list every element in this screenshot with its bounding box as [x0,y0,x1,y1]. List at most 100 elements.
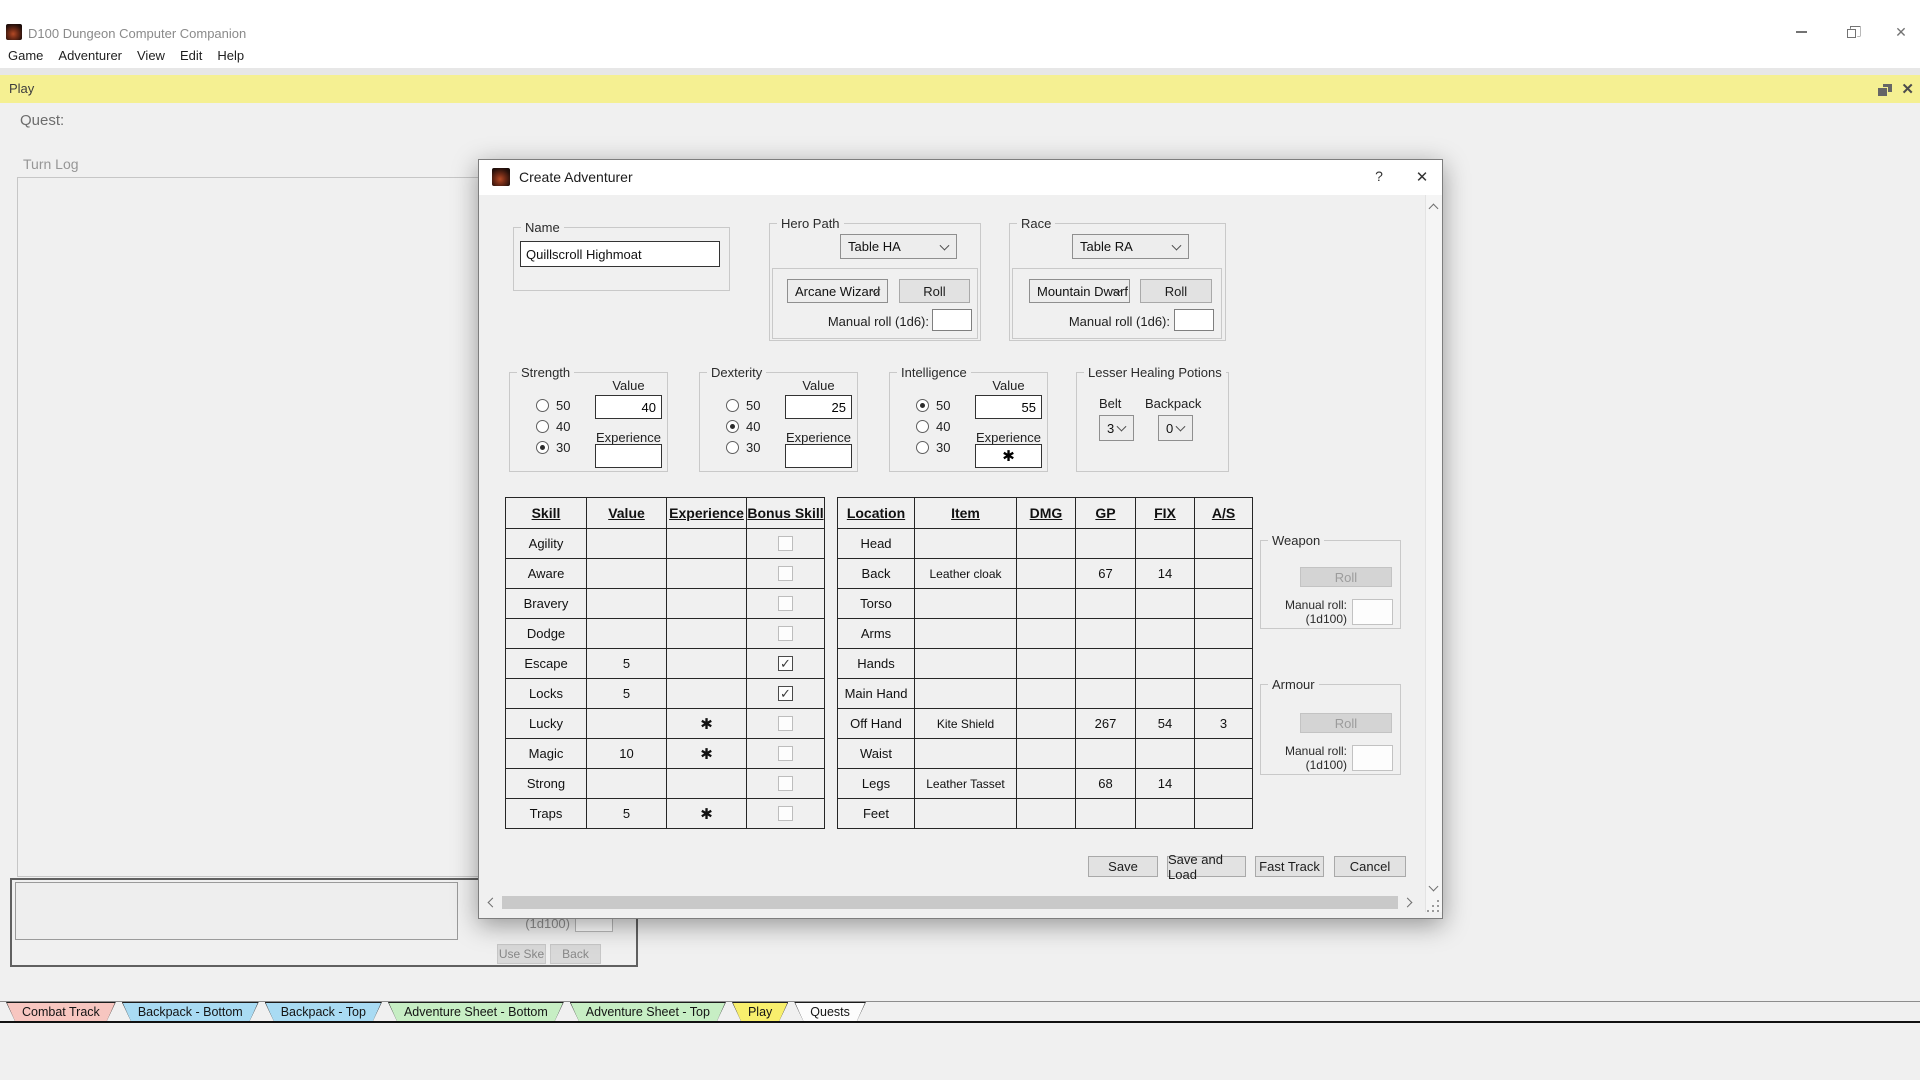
armour-manual-roll-field[interactable] [1352,745,1393,771]
strength-30-radio[interactable] [536,441,549,454]
skill-value-cell[interactable] [586,588,666,618]
hero-path-manual-roll-field[interactable] [932,309,972,331]
equipment-gp-cell[interactable]: 67 [1075,558,1135,588]
equipment-dmg-cell[interactable] [1016,618,1075,648]
dialog-titlebar[interactable]: Create Adventurer ? ✕ [479,160,1442,195]
menu-item[interactable]: Game [8,48,43,63]
strength-experience-field[interactable] [595,444,662,468]
equipment-item-cell[interactable] [914,678,1016,708]
equipment-gp-cell[interactable] [1075,648,1135,678]
equipment-header-gp[interactable]: GP [1075,497,1135,528]
dexterity-40-radio[interactable] [726,420,739,433]
bottom-tab[interactable]: Combat Track [6,1002,116,1021]
restore-button[interactable] [1840,22,1862,42]
bottom-tab[interactable]: Adventure Sheet - Bottom [388,1002,564,1021]
equipment-item-cell[interactable] [914,648,1016,678]
scroll-right-icon[interactable] [1403,898,1413,908]
hero-path-roll-button[interactable]: Roll [899,279,970,303]
equipment-as-cell[interactable] [1194,528,1252,558]
float-pane-icon[interactable] [1878,84,1892,96]
bonus-skill-checkbox[interactable] [778,596,793,611]
equipment-dmg-cell[interactable] [1016,648,1075,678]
horizontal-scroll-thumb[interactable] [502,896,1398,909]
equipment-fix-cell[interactable] [1135,588,1194,618]
skill-experience-cell[interactable] [666,768,746,798]
play-pane-titlebar[interactable]: Play ✕ [0,75,1920,103]
equipment-as-cell[interactable] [1194,618,1252,648]
bonus-skill-checkbox[interactable] [778,806,793,821]
dialog-horizontal-scrollbar[interactable] [485,894,1415,911]
cancel-button[interactable]: Cancel [1334,856,1406,877]
skill-value-cell[interactable]: 5 [586,648,666,678]
equipment-gp-cell[interactable] [1075,618,1135,648]
equipment-gp-cell[interactable]: 68 [1075,768,1135,798]
equipment-as-cell[interactable] [1194,798,1252,828]
skill-experience-cell[interactable] [666,648,746,678]
bonus-skill-checkbox[interactable] [778,536,793,551]
back-button[interactable]: Back [550,944,601,964]
skill-value-cell[interactable] [586,558,666,588]
equipment-fix-cell[interactable] [1135,648,1194,678]
equipment-fix-cell[interactable] [1135,678,1194,708]
equipment-header-item[interactable]: Item [914,497,1016,528]
intelligence-50-radio[interactable] [916,399,929,412]
skill-value-cell[interactable]: 5 [586,798,666,828]
strength-value-field[interactable]: 40 [595,395,662,419]
equipment-fix-cell[interactable] [1135,738,1194,768]
equipment-gp-cell[interactable] [1075,678,1135,708]
race-select[interactable]: Mountain Dwarf [1029,279,1130,303]
menu-item[interactable]: Edit [180,48,202,63]
equipment-as-cell[interactable] [1194,558,1252,588]
bottom-tab[interactable]: Backpack - Top [265,1002,382,1021]
close-button[interactable]: ✕ [1890,22,1912,42]
equipment-item-cell[interactable] [914,798,1016,828]
equipment-fix-cell[interactable] [1135,618,1194,648]
equipment-item-cell[interactable] [914,618,1016,648]
bottom-tab[interactable]: Backpack - Bottom [122,1002,259,1021]
equipment-as-cell[interactable] [1194,738,1252,768]
race-manual-roll-field[interactable] [1174,309,1214,331]
bonus-skill-checkbox[interactable] [778,566,793,581]
equipment-dmg-cell[interactable] [1016,708,1075,738]
skill-value-cell[interactable] [586,708,666,738]
intelligence-30-radio[interactable] [916,441,929,454]
equipment-as-cell[interactable]: 3 [1194,708,1252,738]
equipment-item-cell[interactable]: Kite Shield [914,708,1016,738]
equipment-header-location[interactable]: Location [837,497,914,528]
equipment-dmg-cell[interactable] [1016,588,1075,618]
action-list[interactable] [15,882,458,940]
dexterity-50-radio[interactable] [726,399,739,412]
skill-experience-cell[interactable]: ✱ [666,738,746,768]
equipment-gp-cell[interactable] [1075,528,1135,558]
equipment-fix-cell[interactable] [1135,528,1194,558]
equipment-as-cell[interactable] [1194,678,1252,708]
bonus-skill-checkbox[interactable] [778,656,793,671]
bonus-skill-checkbox[interactable] [778,746,793,761]
dexterity-experience-field[interactable] [785,444,852,468]
strength-50-radio[interactable] [536,399,549,412]
bonus-skill-checkbox[interactable] [778,776,793,791]
save-button[interactable]: Save [1088,856,1158,877]
skill-experience-cell[interactable]: ✱ [666,798,746,828]
equipment-dmg-cell[interactable] [1016,558,1075,588]
skill-value-cell[interactable]: 5 [586,678,666,708]
intelligence-experience-field[interactable]: ✱ [975,444,1042,468]
equipment-dmg-cell[interactable] [1016,798,1075,828]
scroll-left-icon[interactable] [488,898,498,908]
intelligence-value-field[interactable]: 55 [975,395,1042,419]
equipment-fix-cell[interactable] [1135,798,1194,828]
dialog-close-button[interactable]: ✕ [1411,168,1433,186]
skills-header-value[interactable]: Value [586,497,666,528]
equipment-fix-cell[interactable]: 14 [1135,768,1194,798]
skill-value-cell[interactable] [586,618,666,648]
dialog-help-button[interactable]: ? [1369,168,1389,184]
hero-path-class-select[interactable]: Arcane Wizard [787,279,888,303]
weapon-roll-button[interactable]: Roll [1300,567,1392,587]
strength-40-radio[interactable] [536,420,549,433]
equipment-fix-cell[interactable]: 14 [1135,558,1194,588]
bonus-skill-checkbox[interactable] [778,626,793,641]
equipment-header-fix[interactable]: FIX [1135,497,1194,528]
skill-value-cell[interactable] [586,768,666,798]
equipment-fix-cell[interactable]: 54 [1135,708,1194,738]
scroll-down-icon[interactable] [1429,882,1439,892]
